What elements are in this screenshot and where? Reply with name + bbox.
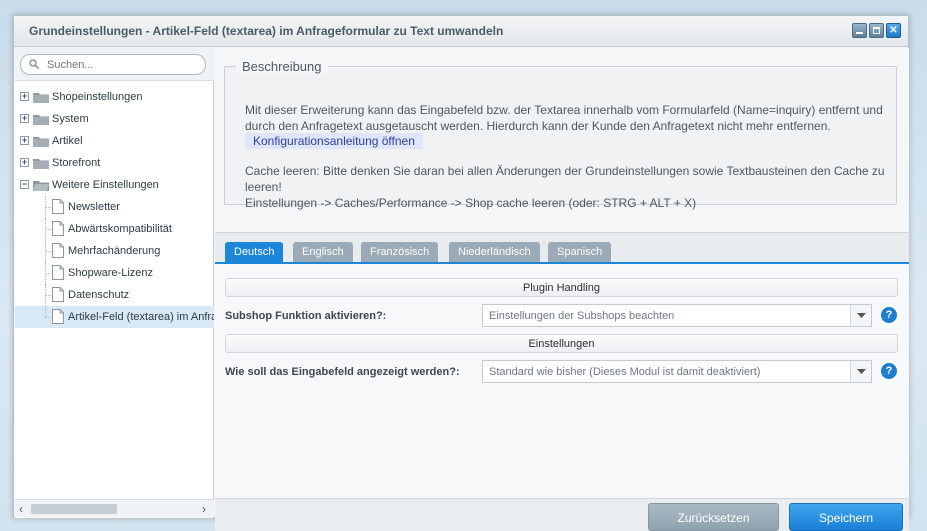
folder-icon <box>33 115 49 125</box>
horizontal-scrollbar[interactable]: ‹ › <box>15 499 214 517</box>
cache-notice-line: Cache leeren: Bitte denken Sie daran bei… <box>245 164 885 194</box>
search-input[interactable] <box>47 57 197 72</box>
expand-icon[interactable]: + <box>20 136 29 145</box>
settings-main-panel: Beschreibung Mit dieser Erweiterung kann… <box>215 48 909 531</box>
tree-guide-line <box>45 229 51 230</box>
tab-deutsch[interactable]: Deutsch <box>225 242 284 263</box>
description-text: Mit dieser Erweiterung kann das Eingabef… <box>245 103 883 133</box>
document-icon <box>52 199 64 214</box>
scroll-left-icon[interactable]: ‹ <box>19 502 23 516</box>
tree-item-shopware-lizenz[interactable]: Shopware-Lizenz <box>15 262 214 284</box>
search-icon <box>29 59 39 69</box>
tree-folder-system[interactable]: + System <box>15 108 214 130</box>
folder-icon <box>33 137 49 147</box>
language-tabbar: Deutsch Englisch Französisch Niederländi… <box>215 232 909 265</box>
tree-folder-artikel[interactable]: + Artikel <box>15 130 214 152</box>
expand-icon[interactable]: + <box>20 158 29 167</box>
folder-open-icon <box>33 181 49 191</box>
minimize-button[interactable] <box>852 23 867 38</box>
maximize-icon <box>873 27 880 34</box>
tab-content: Plugin Handling Subshop Funktion aktivie… <box>215 264 909 500</box>
tree-folder-label: Shopeinstellungen <box>52 91 143 103</box>
tab-niederlaendisch[interactable]: Niederländisch <box>449 242 540 263</box>
cache-notice: Cache leeren: Bitte denken Sie daran bei… <box>245 163 885 211</box>
tree-folder-storefront[interactable]: + Storefront <box>15 152 214 174</box>
subshop-select-value: Einstellungen der Subshops beachten <box>489 310 675 322</box>
dropdown-trigger[interactable] <box>850 305 871 326</box>
scroll-thumb[interactable] <box>31 504 117 514</box>
settings-sidebar: + Shopeinstellungen + System + Artikel +… <box>15 48 214 518</box>
window-footer: Zurücksetzen Speichern <box>215 498 909 531</box>
tab-franzoesisch[interactable]: Französisch <box>361 242 439 263</box>
section-einstellungen: Einstellungen <box>225 334 898 353</box>
collapse-icon[interactable]: − <box>20 180 29 189</box>
document-icon <box>52 265 64 280</box>
window-titlebar: Grundeinstellungen - Artikel-Feld (texta… <box>14 16 908 47</box>
tree-item-label: Abwärtskompatibilität <box>68 223 172 235</box>
minimize-icon <box>856 32 863 34</box>
document-icon <box>52 287 64 302</box>
tree-guide-line <box>45 295 51 296</box>
tree-guide-line <box>45 273 51 274</box>
document-icon <box>52 221 64 236</box>
search-box[interactable] <box>20 54 206 75</box>
tree-item-datenschutz[interactable]: Datenschutz <box>15 284 214 306</box>
reset-button[interactable]: Zurücksetzen <box>648 503 779 531</box>
tree-folder-label: Weitere Einstellungen <box>52 179 159 191</box>
chevron-down-icon <box>857 313 866 318</box>
tab-spanisch[interactable]: Spanisch <box>548 242 612 263</box>
help-icon[interactable]: ? <box>881 307 897 323</box>
help-icon[interactable]: ? <box>881 363 897 379</box>
tree-folder-label: Storefront <box>52 157 101 169</box>
folder-icon <box>33 93 49 103</box>
expand-icon[interactable]: + <box>20 114 29 123</box>
tree-guide-line <box>45 251 51 252</box>
close-button[interactable]: ✕ <box>886 23 901 38</box>
subshop-select[interactable]: Einstellungen der Subshops beachten <box>482 304 872 327</box>
tree-item-label: Artikel-Feld (textarea) im Anfrageformul… <box>68 311 214 323</box>
folder-icon <box>33 159 49 169</box>
dropdown-trigger[interactable] <box>850 361 871 382</box>
tree-item-mehrfachaenderung[interactable]: Mehrfachänderung <box>15 240 214 262</box>
tree-item-label: Datenschutz <box>68 289 130 301</box>
close-icon: ✕ <box>889 25 898 36</box>
tree-guide-line <box>45 306 46 317</box>
tree-item-abwaertskompatibilitaet[interactable]: Abwärtskompatibilität <box>15 218 214 240</box>
tree-item-newsletter[interactable]: Newsletter <box>15 196 214 218</box>
tree-guide-line <box>45 317 51 318</box>
maximize-button[interactable] <box>869 23 884 38</box>
display-mode-select[interactable]: Standard wie bisher (Dieses Modul ist da… <box>482 360 872 383</box>
document-icon <box>52 243 64 258</box>
settings-window: Grundeinstellungen - Artikel-Feld (texta… <box>13 15 909 531</box>
cache-notice-path: Einstellungen -> Caches/Performance -> S… <box>245 196 697 210</box>
tree-folder-label: Artikel <box>52 135 83 147</box>
tree-folder-shopeinstellungen[interactable]: + Shopeinstellungen <box>15 86 214 108</box>
subshop-field-label: Subshop Funktion aktivieren?: <box>225 310 387 322</box>
tree-item-label: Newsletter <box>68 201 120 213</box>
tree-guide-line <box>45 207 51 208</box>
expand-icon[interactable]: + <box>20 92 29 101</box>
tree-folder-label: System <box>52 113 89 125</box>
tree-item-label: Shopware-Lizenz <box>68 267 153 279</box>
tree-folder-weitere-einstellungen[interactable]: − Weitere Einstellungen <box>15 174 214 196</box>
tab-englisch[interactable]: Englisch <box>293 242 353 263</box>
section-plugin-handling: Plugin Handling <box>225 278 898 297</box>
tree-item-label: Mehrfachänderung <box>68 245 161 257</box>
description-legend: Beschreibung <box>236 59 328 74</box>
scroll-right-icon[interactable]: › <box>202 502 206 516</box>
chevron-down-icon <box>857 369 866 374</box>
document-icon <box>52 309 64 324</box>
config-guide-link[interactable]: Konfigurationsanleitung öffnen <box>245 133 423 149</box>
settings-tree: + Shopeinstellungen + System + Artikel +… <box>15 86 214 328</box>
tree-item-artikel-feld-selected[interactable]: Artikel-Feld (textarea) im Anfrageformul… <box>15 306 214 328</box>
search-bar <box>15 48 214 81</box>
display-mode-select-value: Standard wie bisher (Dieses Modul ist da… <box>489 366 761 378</box>
window-title: Grundeinstellungen - Artikel-Feld (texta… <box>29 24 504 38</box>
save-button[interactable]: Speichern <box>789 503 903 531</box>
display-mode-field-label: Wie soll das Eingabefeld angezeigt werde… <box>225 366 460 378</box>
